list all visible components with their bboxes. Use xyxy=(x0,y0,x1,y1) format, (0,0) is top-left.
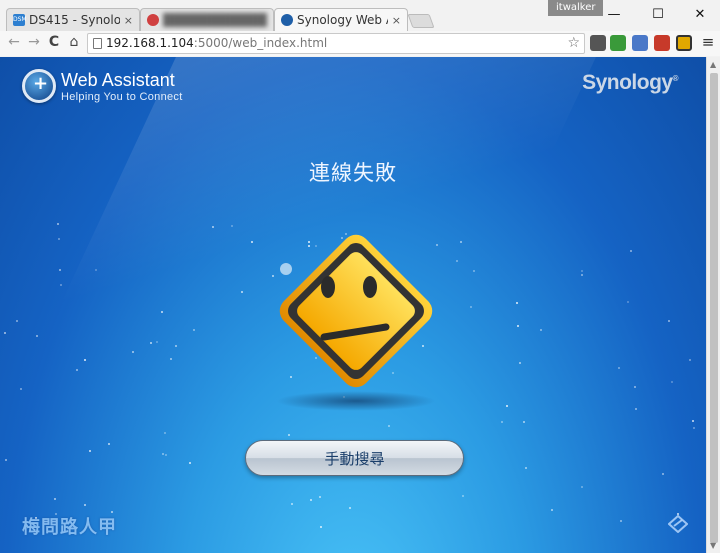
brand-title: Web Assistant xyxy=(61,70,175,90)
close-tab-icon[interactable]: × xyxy=(124,14,133,27)
close-window-button[interactable]: ✕ xyxy=(680,0,720,28)
scroll-thumb[interactable] xyxy=(710,73,718,543)
warning-face-icon xyxy=(258,213,454,409)
manual-search-button[interactable]: 手動搜尋 xyxy=(245,440,464,476)
forward-icon[interactable]: → xyxy=(24,34,44,50)
page-scrollbar[interactable]: ▲ ▼ xyxy=(706,57,720,553)
extension-translate-icon[interactable] xyxy=(632,35,648,51)
extension-search-icon[interactable] xyxy=(676,35,692,51)
tab-blurred[interactable]: ████████████ xyxy=(140,8,274,31)
browser-toolbar: ← → C ⌂ 192.168.1.104:5000/web_index.htm… xyxy=(0,31,720,56)
address-bar[interactable]: 192.168.1.104:5000/web_index.html ☆ xyxy=(87,33,585,54)
bookmark-star-icon[interactable]: ☆ xyxy=(567,34,580,53)
tab-strip: DSM DS415 - Synology D × ████████████ Sy… xyxy=(0,0,720,31)
feedback-icon[interactable] xyxy=(668,515,688,533)
tab-title: DS415 - Synology D xyxy=(29,13,120,27)
url-host: 192.168.1.104 xyxy=(106,36,194,50)
tab-web-assistant[interactable]: Synology Web Assi × xyxy=(274,8,408,31)
brand-subtitle: Helping You to Connect xyxy=(61,91,183,103)
dsm-icon: DSM xyxy=(13,14,27,26)
tab-title: ████████████ xyxy=(163,13,267,27)
url-path: :5000/web_index.html xyxy=(193,36,328,50)
site-icon xyxy=(147,14,159,26)
home-icon[interactable]: ⌂ xyxy=(64,34,84,50)
scroll-up-icon[interactable]: ▲ xyxy=(710,60,716,69)
tab-ds415[interactable]: DSM DS415 - Synology D × xyxy=(6,8,140,31)
web-assistant-page: Web Assistant Helping You to Connect Syn… xyxy=(0,57,706,553)
web-assistant-icon xyxy=(281,14,293,26)
close-tab-icon[interactable]: × xyxy=(392,14,401,27)
synology-logo: Synology® xyxy=(582,71,678,94)
page-icon xyxy=(93,38,102,49)
web-assistant-logo-icon xyxy=(22,69,56,103)
minimize-button[interactable]: — xyxy=(594,0,634,28)
menu-icon[interactable]: ≡ xyxy=(698,33,718,51)
new-tab-button[interactable] xyxy=(407,14,435,28)
scroll-down-icon[interactable]: ▼ xyxy=(710,541,716,550)
back-icon[interactable]: ← xyxy=(4,34,24,50)
maximize-button[interactable]: ☐ xyxy=(638,0,678,28)
connection-failed-heading: 連線失敗 xyxy=(309,161,397,185)
tab-title: Synology Web Assi xyxy=(297,13,388,27)
extension-green-icon[interactable] xyxy=(610,35,626,51)
browser-chrome: DSM DS415 - Synology D × ████████████ Sy… xyxy=(0,0,720,56)
reload-icon[interactable]: C xyxy=(44,34,64,50)
extension-gmail-icon[interactable] xyxy=(654,35,670,51)
extension-evernote-icon[interactable] xyxy=(590,35,606,51)
watermark-text: 梅問路人甲 xyxy=(22,517,117,538)
